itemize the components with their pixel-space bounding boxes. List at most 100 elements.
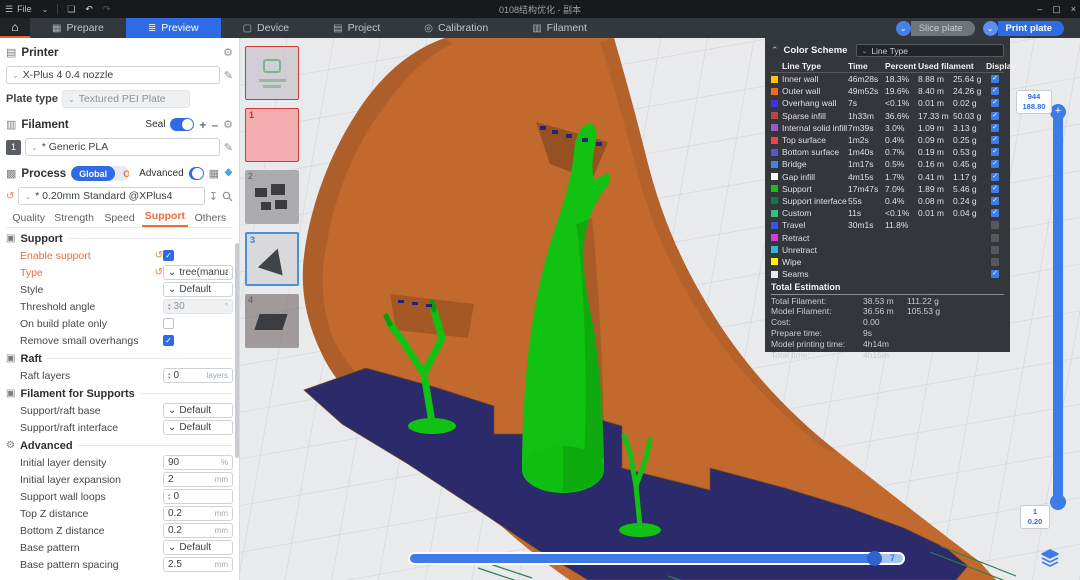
display-checkbox[interactable]: ✓	[991, 160, 999, 168]
plate-thumbnail-5[interactable]: 4	[245, 294, 299, 348]
display-checkbox[interactable]: ✓	[991, 112, 999, 120]
menu-chevron-icon[interactable]: ⌄	[37, 5, 54, 14]
plate-thumbnail-2[interactable]: 1	[245, 108, 299, 162]
sidebar-scrollbar[interactable]	[235, 243, 239, 458]
base-pattern-spacing-input[interactable]: 2.5mm	[163, 557, 233, 572]
display-checkbox[interactable]: ✓	[991, 124, 999, 132]
display-checkbox[interactable]: ✓	[991, 209, 999, 217]
home-tab[interactable]: ⌂	[0, 18, 30, 38]
support-wall-loops-spinner[interactable]: ▴▾0	[163, 489, 233, 504]
bottom-z-distance-input[interactable]: 0.2mm	[163, 523, 233, 538]
advanced-toggle[interactable]	[189, 167, 204, 180]
threshold-angle-spinner[interactable]: ▴▾30°	[163, 299, 233, 314]
spinner-arrows-icon[interactable]: ▴▾	[168, 372, 171, 380]
collapse-panel-icon[interactable]: ⌃	[771, 45, 779, 56]
spinner-arrows-icon[interactable]: ▴▾	[168, 493, 171, 501]
display-checkbox[interactable]	[991, 246, 999, 254]
tab-preview[interactable]: ≣Preview	[126, 18, 221, 38]
slice-dropdown-icon[interactable]: ⌄	[896, 21, 911, 36]
edit-filament-icon[interactable]: ✎	[224, 141, 233, 154]
plate-thumbnail-3[interactable]: 2	[245, 170, 299, 224]
plate-type-select[interactable]: ⌄ Textured PEI Plate	[62, 90, 190, 108]
printer-preset-select[interactable]: ⌄ X-Plus 4 0.4 nozzle	[6, 66, 220, 84]
filament-settings-gear-icon[interactable]: ⚙	[223, 118, 233, 131]
base-pattern-select[interactable]: ⌄Default	[163, 540, 233, 555]
display-checkbox[interactable]: ✓	[991, 148, 999, 156]
top-z-distance-input[interactable]: 0.2mm	[163, 506, 233, 521]
on-build-plate-only-checkbox[interactable]	[163, 318, 174, 329]
tab-calibration[interactable]: ◎Calibration	[402, 18, 510, 38]
display-checkbox[interactable]: ✓	[991, 173, 999, 181]
preset-compare-icon[interactable]: ▦	[209, 167, 219, 180]
seal-toggle[interactable]	[170, 118, 194, 131]
reset-value-icon[interactable]: ↺	[155, 250, 163, 261]
layer-slider-top-handle[interactable]: +	[1050, 104, 1066, 120]
layer-slider-bottom-handle[interactable]	[1050, 494, 1066, 510]
support-raft-base-select[interactable]: ⌄Default	[163, 403, 233, 418]
raft-layers-spinner[interactable]: ▴▾0layers	[163, 368, 233, 383]
move-slider-track[interactable]: 7	[408, 552, 905, 565]
remove-filament-icon[interactable]: –	[211, 118, 218, 132]
filament-slot-badge[interactable]: 1	[6, 140, 21, 155]
display-checkbox[interactable]: ✓	[991, 75, 999, 83]
display-checkbox[interactable]: ✓	[991, 197, 999, 205]
printer-settings-gear-icon[interactable]: ⚙	[223, 46, 233, 59]
display-checkbox[interactable]	[991, 258, 999, 266]
tab-device[interactable]: ▢Device	[221, 18, 312, 38]
restore-button[interactable]: ▢	[1052, 4, 1061, 15]
tab-prepare[interactable]: ▦Prepare	[30, 18, 126, 38]
file-menu[interactable]: ☰ File	[0, 4, 37, 15]
remove-small-overhangs-checkbox[interactable]: ✓	[163, 335, 174, 346]
reset-process-icon[interactable]: ↺	[6, 191, 14, 202]
scope-objects[interactable]: Objects	[115, 169, 129, 179]
close-button[interactable]: ×	[1071, 4, 1076, 14]
move-slider-handle[interactable]	[867, 551, 882, 566]
search-icon[interactable]	[222, 191, 233, 202]
plate-thumbnail-4[interactable]: 3	[245, 232, 299, 286]
layer-slider-track[interactable]	[1053, 112, 1063, 502]
view-mode-select[interactable]: ⌄ Line Type	[856, 44, 1004, 57]
process-tab-strength[interactable]: Strength	[51, 212, 96, 227]
plate-thumbnail-1[interactable]	[245, 46, 299, 100]
enable-support-checkbox[interactable]: ✓	[163, 250, 174, 261]
display-checkbox[interactable]: ✓	[991, 185, 999, 193]
layers-icon[interactable]	[1040, 548, 1060, 568]
style-select[interactable]: ⌄Default	[163, 282, 233, 297]
process-tab-support[interactable]: Support	[142, 210, 187, 227]
print-dropdown-icon[interactable]: ⌄	[983, 21, 998, 36]
redo-icon[interactable]: ↷	[98, 4, 116, 15]
initial-layer-density-input[interactable]: 90%	[163, 455, 233, 470]
edit-printer-icon[interactable]: ✎	[224, 69, 233, 82]
display-checkbox[interactable]: ✓	[991, 87, 999, 95]
undo-icon[interactable]: ↶	[80, 4, 98, 15]
display-checkbox[interactable]	[991, 234, 999, 242]
filament-preset-select[interactable]: ⌄ * Generic PLA	[25, 138, 220, 156]
new-project-icon[interactable]: ❏	[62, 4, 80, 15]
preview-viewport[interactable]: 1234 ⌃ Color Scheme ⌄ Line Type Line Typ…	[240, 38, 1080, 580]
add-filament-icon[interactable]: +	[199, 118, 206, 132]
print-plate-button[interactable]: ⌄ Print plate	[983, 21, 1064, 36]
reset-value-icon[interactable]: ↺	[155, 267, 163, 278]
display-checkbox[interactable]: ✓	[991, 270, 999, 278]
display-checkbox[interactable]: ✓	[991, 136, 999, 144]
support-raft-interface-select[interactable]: ⌄Default	[163, 420, 233, 435]
initial-layer-expansion-input[interactable]: 2mm	[163, 472, 233, 487]
process-preset-select[interactable]: ⌄ * 0.20mm Standard @XPlus4	[18, 187, 204, 205]
tab-project[interactable]: ▤Project	[311, 18, 402, 38]
expand-settings-icon[interactable]: ❖	[224, 168, 233, 179]
process-tab-others[interactable]: Others	[188, 212, 233, 227]
minimize-button[interactable]: –	[1037, 4, 1042, 14]
save-preset-icon[interactable]: ↧	[209, 190, 218, 203]
spinner-arrows-icon[interactable]: ▴▾	[168, 303, 171, 311]
chevron-down-icon: ⌄	[168, 422, 176, 433]
slice-plate-button[interactable]: ⌄ Slice plate	[896, 21, 975, 36]
tab-filament[interactable]: ▥Filament	[510, 18, 609, 38]
scope-global[interactable]: Global	[71, 166, 115, 181]
process-tab-quality[interactable]: Quality	[6, 212, 51, 227]
display-checkbox[interactable]: ✓	[991, 99, 999, 107]
display-checkbox[interactable]	[991, 221, 999, 229]
process-scope-toggle[interactable]: Global Objects	[71, 166, 129, 181]
type-select[interactable]: ⌄tree(manual)	[163, 265, 233, 280]
process-tab-speed[interactable]: Speed	[97, 212, 142, 227]
total-value-1: 4h14m	[863, 339, 907, 349]
